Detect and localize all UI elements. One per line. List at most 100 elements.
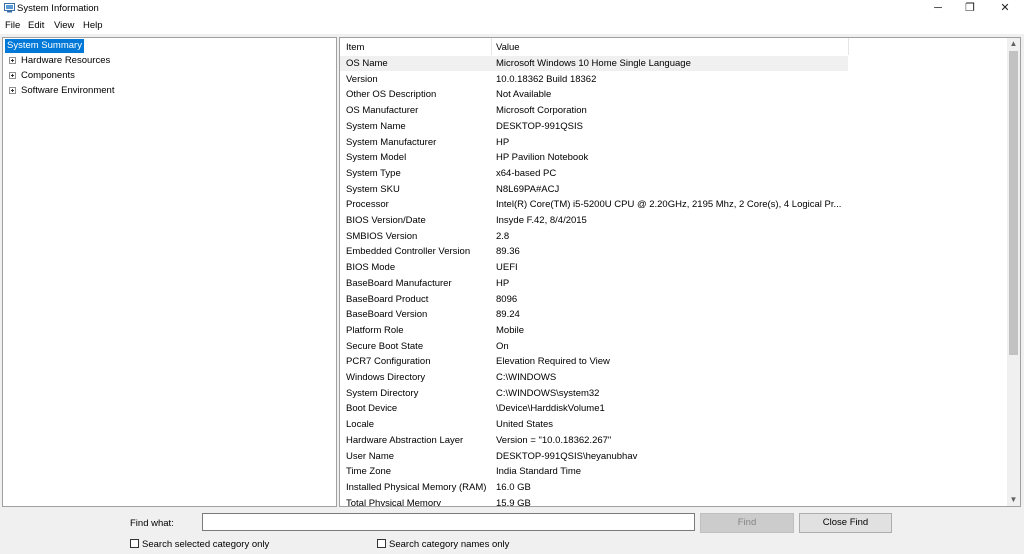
table-row[interactable]: System Directory C:\WINDOWS\system32 — [340, 386, 848, 401]
row-value: Insyde F.42, 8/4/2015 — [496, 215, 587, 226]
tree-item-label: Hardware Resources — [21, 55, 111, 66]
row-item: BIOS Mode — [346, 262, 396, 274]
find-bar: Find what: Find Close Find Search select… — [0, 509, 1024, 554]
find-label: Find what: — [130, 518, 174, 529]
row-item: Processor — [346, 199, 389, 211]
table-row[interactable]: BaseBoard Version 89.24 — [340, 307, 848, 322]
row-item: Total Physical Memory — [346, 497, 442, 507]
menu-view[interactable]: View — [54, 20, 74, 31]
checkbox-label: Search category names only — [389, 539, 510, 550]
checkbox-box[interactable] — [377, 539, 386, 548]
table-row[interactable]: User Name DESKTOP-991QSIS\heyanubhav — [340, 449, 848, 464]
row-item: System Model — [346, 152, 407, 164]
restore-button[interactable]: ❐ — [954, 0, 986, 18]
row-value: DESKTOP-991QSIS — [496, 120, 583, 132]
row-item: OS Manufacturer — [346, 105, 419, 117]
row-item: SMBIOS Version — [346, 230, 418, 242]
row-value: Elevation Required to View — [496, 356, 610, 368]
row-value: Not Available — [496, 89, 552, 101]
system-information-icon — [4, 3, 15, 13]
table-row[interactable]: Windows Directory C:\WINDOWS — [340, 370, 848, 385]
column-header-item[interactable]: Item — [346, 42, 364, 53]
row-value: Intel(R) Core(TM) i5-5200U CPU @ 2.20GHz… — [496, 199, 842, 211]
table-row[interactable]: PCR7 Configuration Elevation Required to … — [340, 354, 848, 369]
expand-icon[interactable] — [9, 87, 16, 94]
minimize-button[interactable]: ─ — [922, 0, 954, 18]
vertical-scrollbar[interactable]: ▲ ▼ — [1007, 38, 1020, 506]
row-item: Time Zone — [346, 466, 392, 478]
row-item: Secure Boot State — [346, 340, 424, 352]
row-value: DESKTOP-991QSIS\heyanubhav — [496, 450, 638, 462]
scroll-thumb[interactable] — [1009, 51, 1018, 355]
expand-icon[interactable] — [9, 57, 16, 64]
expand-icon[interactable] — [9, 72, 16, 79]
table-row[interactable]: Platform Role Mobile — [340, 323, 848, 338]
row-item: System Type — [346, 167, 401, 179]
row-item: Windows Directory — [346, 372, 426, 383]
row-value: Version = "10.0.18362.267" — [496, 434, 612, 446]
search-category-names-checkbox[interactable]: Search category names only — [377, 539, 509, 551]
table-row[interactable]: Hardware Abstraction Layer Version = "10.… — [340, 433, 848, 448]
table-row[interactable]: System SKU N8L69PA#ACJ — [340, 182, 848, 197]
tree-item-label: System Summary — [5, 39, 84, 53]
row-item: System SKU — [346, 183, 400, 195]
table-row[interactable]: Embedded Controller Version 89.36 — [340, 244, 848, 259]
row-item: Embedded Controller Version — [346, 246, 471, 258]
row-item: OS Name — [346, 58, 388, 69]
row-item: System Manufacturer — [346, 136, 437, 148]
find-input[interactable] — [202, 513, 695, 531]
row-value: 2.8 — [496, 230, 510, 242]
row-value: 10.0.18362 Build 18362 — [496, 73, 597, 85]
checkbox-label: Search selected category only — [142, 539, 270, 550]
row-item: Version — [346, 73, 378, 85]
category-tree[interactable]: System Summary Hardware Resources Compon… — [2, 37, 337, 507]
row-item: Platform Role — [346, 324, 404, 336]
table-row[interactable]: Version 10.0.18362 Build 18362 — [340, 72, 848, 87]
search-selected-category-checkbox[interactable]: Search selected category only — [130, 539, 269, 551]
close-button[interactable]: ✕ — [989, 0, 1021, 18]
scroll-up-icon[interactable]: ▲ — [1007, 38, 1020, 50]
column-divider[interactable] — [491, 38, 492, 55]
row-value: Microsoft Corporation — [496, 105, 587, 117]
menu-edit[interactable]: Edit — [28, 20, 44, 31]
row-item: BaseBoard Manufacturer — [346, 277, 452, 289]
table-row[interactable]: Installed Physical Memory (RAM) 16.0 GB — [340, 480, 848, 495]
find-button[interactable]: Find — [700, 513, 794, 533]
row-item: System Name — [346, 120, 406, 132]
row-item: PCR7 Configuration — [346, 356, 431, 368]
row-value: HP — [496, 277, 510, 289]
table-row[interactable]: Total Physical Memory 15.9 GB — [340, 496, 848, 507]
table-row[interactable]: SMBIOS Version 2.8 — [340, 229, 848, 244]
table-row[interactable]: BaseBoard Manufacturer HP — [340, 276, 848, 291]
table-row[interactable]: System Manufacturer HP — [340, 135, 848, 150]
row-item: Boot Device — [346, 403, 398, 415]
column-header-value[interactable]: Value — [496, 42, 520, 53]
column-divider[interactable] — [848, 38, 849, 55]
row-value: Microsoft Windows 10 Home Single Languag… — [496, 58, 691, 69]
table-row[interactable]: Processor Intel(R) Core(TM) i5-5200U CPU … — [340, 197, 848, 212]
table-row[interactable]: OS Name Microsoft Windows 10 Home Single … — [340, 56, 848, 71]
close-find-button[interactable]: Close Find — [799, 513, 892, 533]
row-item: BaseBoard Product — [346, 293, 429, 305]
table-row[interactable]: Time Zone India Standard Time — [340, 464, 848, 479]
row-value: India Standard Time — [496, 466, 582, 478]
title-bar: System Information ─ ❐ ✕ — [0, 0, 1024, 18]
table-row[interactable]: Boot Device \Device\HarddiskVolume1 — [340, 401, 848, 416]
table-row[interactable]: System Name DESKTOP-991QSIS — [340, 119, 848, 134]
table-row[interactable]: Secure Boot State On — [340, 339, 848, 354]
table-row[interactable]: BIOS Mode UEFI — [340, 260, 848, 275]
table-row[interactable]: BaseBoard Product 8096 — [340, 292, 848, 307]
scroll-down-icon[interactable]: ▼ — [1007, 494, 1020, 506]
checkbox-box[interactable] — [130, 539, 139, 548]
table-row[interactable]: OS Manufacturer Microsoft Corporation — [340, 103, 848, 118]
row-value: C:\WINDOWS\system32 — [496, 387, 600, 399]
table-row[interactable]: BIOS Version/Date Insyde F.42, 8/4/2015 — [340, 213, 848, 228]
menu-help[interactable]: Help — [83, 20, 103, 31]
menu-file[interactable]: File — [5, 20, 20, 31]
table-row[interactable]: System Type x64-based PC — [340, 166, 848, 181]
details-list[interactable]: Item Value OS Name Microsoft Windows 10 H… — [339, 37, 1021, 507]
table-row[interactable]: System Model HP Pavilion Notebook — [340, 150, 848, 165]
table-row[interactable]: Locale United States — [340, 417, 848, 432]
table-row[interactable]: Other OS Description Not Available — [340, 87, 848, 102]
row-value: UEFI — [496, 262, 518, 274]
